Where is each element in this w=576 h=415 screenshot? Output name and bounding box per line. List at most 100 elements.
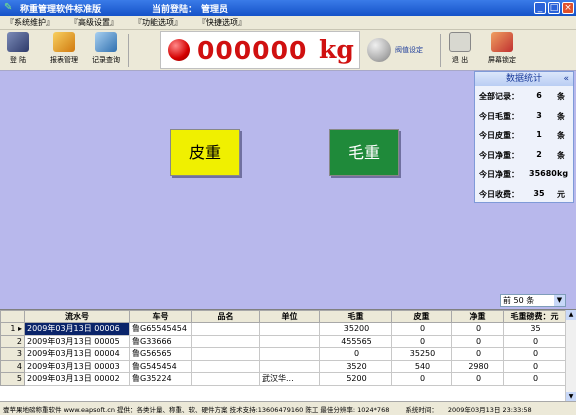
- lock-icon: [491, 32, 513, 52]
- close-button[interactable]: ×: [562, 2, 574, 14]
- menu-advanced-settings[interactable]: 『高级设置』: [70, 17, 118, 28]
- table-row[interactable]: 5 2009年03月13日 00002 鲁G35224 武汉华... 5200 …: [0, 372, 566, 386]
- cell-plate[interactable]: 鲁G545454: [129, 359, 192, 373]
- cell-unit[interactable]: [259, 347, 320, 361]
- app-title: 称重管理软件标准版: [20, 4, 102, 15]
- threshold-label[interactable]: 阀值设定: [395, 45, 423, 55]
- report-label: 报表管理: [50, 56, 78, 64]
- cell-product[interactable]: [191, 359, 260, 373]
- table-row[interactable]: 2 2009年03月13日 00005 鲁G33666 455565 0 0 0: [0, 334, 566, 348]
- collapse-icon[interactable]: «: [563, 72, 569, 86]
- column-header[interactable]: 车号: [129, 310, 192, 323]
- cell-product[interactable]: [191, 347, 260, 361]
- status-info: 壹苹果地磅称重软件 www.eapsoft.cn 提供：各类计量、称重、软、硬件…: [3, 405, 390, 414]
- login-user: 管理员: [201, 4, 229, 15]
- cell-net[interactable]: 0: [451, 372, 504, 386]
- cell-plate[interactable]: 鲁G35224: [129, 372, 192, 386]
- weight-value: 000000: [197, 36, 308, 65]
- cell-serial[interactable]: 2009年03月13日 00006: [24, 322, 130, 336]
- stat-label: 今日皮重：: [479, 131, 519, 140]
- column-header[interactable]: 单位: [259, 310, 320, 323]
- cell-gross[interactable]: 455565: [319, 334, 392, 348]
- stat-row: 今日收费： 35 元: [475, 184, 573, 204]
- page-size-select[interactable]: 前 50 条 ▼: [500, 294, 566, 307]
- vertical-scrollbar[interactable]: ▲ ▼: [565, 310, 576, 401]
- cell-plate[interactable]: 鲁G56565: [129, 347, 192, 361]
- scroll-down-icon[interactable]: ▼: [566, 392, 576, 401]
- cell-net[interactable]: 0: [451, 322, 504, 336]
- cell-gross[interactable]: 3520: [319, 359, 392, 373]
- cell-serial[interactable]: 2009年03月13日 00002: [24, 372, 130, 386]
- cell-fee[interactable]: 0: [503, 359, 566, 373]
- records-icon: [95, 32, 117, 52]
- report-button[interactable]: 报表管理: [48, 32, 80, 69]
- exit-label: 退 出: [451, 56, 469, 64]
- cell-fee[interactable]: 35: [503, 322, 566, 336]
- cell-net[interactable]: 2980: [451, 359, 504, 373]
- cell-product[interactable]: [191, 322, 260, 336]
- cell-tare[interactable]: 540: [391, 359, 452, 373]
- row-number[interactable]: 5: [0, 372, 25, 386]
- cell-plate[interactable]: 鲁G65545454: [129, 322, 192, 336]
- cell-fee[interactable]: 0: [503, 347, 566, 361]
- cell-tare[interactable]: 35250: [391, 347, 452, 361]
- scroll-up-icon[interactable]: ▲: [566, 310, 576, 320]
- records-button[interactable]: 记录查询: [90, 32, 122, 69]
- title-bar: ✎ 称重管理软件标准版 当前登陆： 管理员 _ □ ×: [0, 0, 576, 16]
- cell-product[interactable]: [191, 334, 260, 348]
- cell-serial[interactable]: 2009年03月13日 00003: [24, 359, 130, 373]
- cell-fee[interactable]: 0: [503, 334, 566, 348]
- cell-unit[interactable]: [259, 322, 320, 336]
- column-header[interactable]: 品名: [191, 310, 260, 323]
- threshold-light-icon[interactable]: [367, 38, 391, 62]
- minimize-button[interactable]: _: [534, 2, 546, 14]
- table-row[interactable]: 3 2009年03月13日 00004 鲁G56565 0 35250 0 0: [0, 347, 566, 361]
- row-number[interactable]: 3: [0, 347, 25, 361]
- row-number[interactable]: 1 ▸: [0, 322, 25, 336]
- column-header[interactable]: 皮重: [391, 310, 452, 323]
- column-header[interactable]: 毛重: [319, 310, 392, 323]
- toolbar-separator: [440, 34, 441, 67]
- maximize-button[interactable]: □: [548, 2, 560, 14]
- menu-function-options[interactable]: 『功能选项』: [134, 17, 182, 28]
- table-row[interactable]: 4 2009年03月13日 00003 鲁G545454 3520 540 29…: [0, 359, 566, 373]
- column-header[interactable]: 净重: [451, 310, 504, 323]
- tare-weigh-button[interactable]: 皮重: [170, 129, 240, 176]
- cell-net[interactable]: 0: [451, 347, 504, 361]
- cell-gross[interactable]: 0: [319, 347, 392, 361]
- weight-unit: kg: [319, 35, 354, 64]
- cell-serial[interactable]: 2009年03月13日 00004: [24, 347, 130, 361]
- cell-net[interactable]: 0: [451, 334, 504, 348]
- cell-gross[interactable]: 5200: [319, 372, 392, 386]
- cell-unit[interactable]: [259, 359, 320, 373]
- screen-lock-button[interactable]: 屏幕锁定: [484, 32, 520, 69]
- screen-lock-label: 屏幕锁定: [488, 56, 516, 64]
- cell-tare[interactable]: 0: [391, 334, 452, 348]
- stat-unit: 元: [557, 189, 565, 199]
- cell-plate[interactable]: 鲁G33666: [129, 334, 192, 348]
- cell-unit[interactable]: 武汉华...: [259, 372, 320, 386]
- table-row[interactable]: 1 ▸ 2009年03月13日 00006 鲁G65545454 35200 0…: [0, 322, 566, 336]
- cell-gross[interactable]: 35200: [319, 322, 392, 336]
- stat-row: 今日毛重： 3 条: [475, 106, 573, 126]
- column-header[interactable]: 毛重磅费：元: [503, 310, 566, 323]
- cell-unit[interactable]: [259, 334, 320, 348]
- cell-serial[interactable]: 2009年03月13日 00005: [24, 334, 130, 348]
- menu-system-maintenance[interactable]: 『系统维护』: [6, 17, 54, 28]
- row-number[interactable]: 2: [0, 334, 25, 348]
- column-header[interactable]: 流水号: [24, 310, 130, 323]
- row-number[interactable]: 4: [0, 359, 25, 373]
- stat-value: 6: [536, 91, 542, 100]
- stat-label: 今日收费：: [479, 189, 519, 199]
- cell-fee[interactable]: 0: [503, 372, 566, 386]
- cell-tare[interactable]: 0: [391, 372, 452, 386]
- menu-shortcut-options[interactable]: 『快捷选项』: [198, 17, 246, 28]
- cell-product[interactable]: [191, 372, 260, 386]
- gross-weigh-button[interactable]: 毛重: [329, 129, 399, 176]
- cell-tare[interactable]: 0: [391, 322, 452, 336]
- stat-unit: 条: [557, 111, 565, 121]
- system-time: 2009年03月13日 23:33:58: [447, 405, 532, 414]
- chevron-down-icon[interactable]: ▼: [554, 295, 565, 306]
- login-button[interactable]: 登 陆: [4, 32, 32, 69]
- exit-button[interactable]: 退 出: [446, 32, 474, 69]
